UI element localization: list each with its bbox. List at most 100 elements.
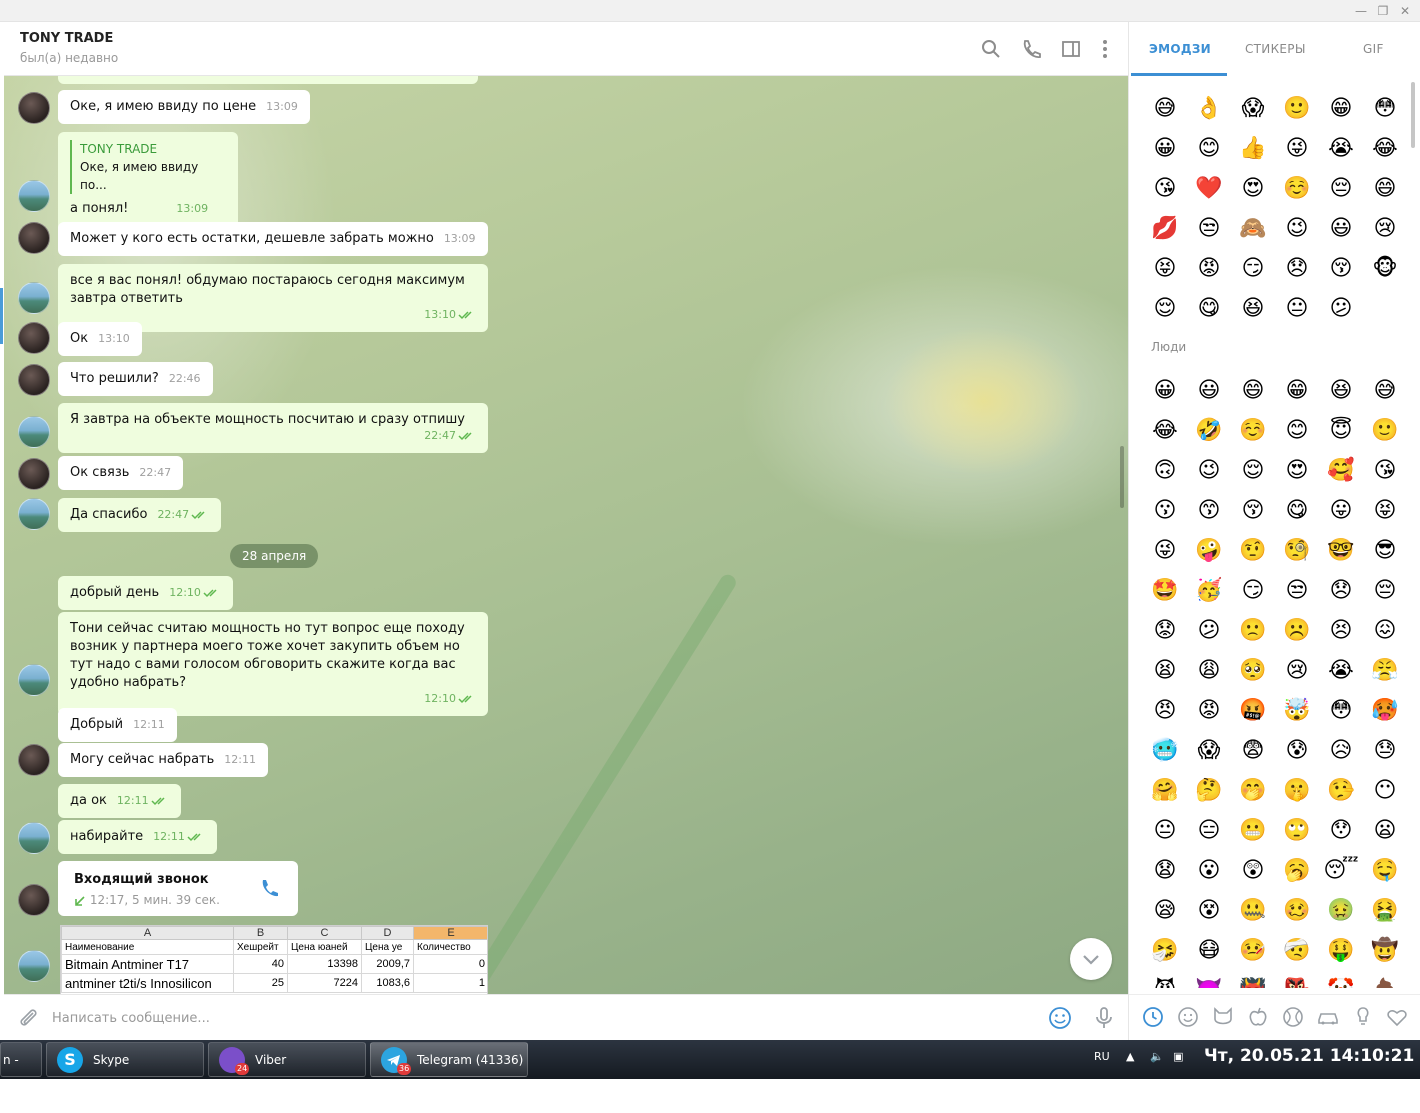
food-category-icon[interactable]: [1246, 1005, 1270, 1029]
emoji-list[interactable]: 😅 👌 😱 🙂 😁 😳 😀 😊 👍 😜 😭 😂 😘 ❤️ 😍 ☺️ 😔 😄 💋 😒 🙈 😉 😃 😢 😝 😡 😏 😞 😚 🐵 😌 😋 😆 😐 😕 Лю…: [1143, 88, 1411, 989]
emoji-item[interactable]: 😅: [1143, 88, 1187, 128]
emoji-item[interactable]: 🤫: [1275, 770, 1319, 810]
emoji-item[interactable]: 😭: [1319, 650, 1363, 690]
emoji-item[interactable]: 😍: [1275, 450, 1319, 490]
emoji-item[interactable]: 🤐: [1231, 890, 1275, 930]
emoji-item[interactable]: 😝: [1363, 490, 1407, 530]
emoji-item[interactable]: 😌: [1231, 450, 1275, 490]
emoji-item[interactable]: 🤩: [1143, 570, 1187, 610]
avatar-contact[interactable]: [18, 884, 50, 916]
smiley-category-icon[interactable]: [1176, 1005, 1200, 1029]
emoji-item[interactable]: 🙁: [1231, 610, 1275, 650]
emoji-item[interactable]: 😃: [1187, 370, 1231, 410]
emoji-item[interactable]: 🤡: [1319, 970, 1363, 989]
emoji-item[interactable]: 🤢: [1319, 890, 1363, 930]
sidebar-toggle-icon[interactable]: [1060, 38, 1082, 60]
emoji-item[interactable]: 😰: [1275, 730, 1319, 770]
emoji-item[interactable]: 😬: [1231, 810, 1275, 850]
close-window-button[interactable]: ✕: [1394, 2, 1416, 20]
emoji-item[interactable]: 🤑: [1319, 930, 1363, 970]
emoji-item[interactable]: 👿: [1187, 970, 1231, 989]
taskbar-item-browser[interactable]: n - к...: [0, 1042, 42, 1102]
chat-scrollbar[interactable]: [1120, 446, 1124, 508]
message-bubble[interactable]: Оке, я имею ввиду по цене 13:09: [58, 90, 310, 124]
avatar-contact[interactable]: [18, 222, 50, 254]
emoji-item[interactable]: 😈: [1143, 970, 1187, 989]
emoji-item[interactable]: ☹️: [1275, 610, 1319, 650]
emoji-item[interactable]: 😚: [1231, 490, 1275, 530]
tab-gif[interactable]: GIF: [1363, 42, 1384, 56]
symbols-category-icon[interactable]: [1385, 1005, 1409, 1029]
emoji-item[interactable]: 😇: [1319, 410, 1363, 450]
emoji-toggle-icon[interactable]: [1048, 1006, 1072, 1030]
objects-category-icon[interactable]: [1351, 1005, 1375, 1029]
message-history[interactable]: Оке, я имею ввиду по цене 13:09 TONY TRAD…: [4, 76, 1128, 994]
emoji-item[interactable]: 😱: [1187, 730, 1231, 770]
emoji-item[interactable]: 😴: [1319, 850, 1363, 890]
emoji-item[interactable]: 😊: [1187, 128, 1231, 168]
avatar-self[interactable]: [18, 180, 50, 212]
message-bubble[interactable]: Ок 13:10: [58, 322, 142, 356]
emoji-item[interactable]: 😜: [1275, 128, 1319, 168]
emoji-item[interactable]: 🤧: [1143, 930, 1187, 970]
emoji-item[interactable]: 😏: [1231, 248, 1275, 288]
chat-title[interactable]: TONY TRADE: [20, 31, 113, 46]
emoji-item[interactable]: 😕: [1187, 610, 1231, 650]
emoji-item[interactable]: 👺: [1275, 970, 1319, 989]
emoji-item[interactable]: 😓: [1363, 730, 1407, 770]
emoji-item[interactable]: 😌: [1143, 288, 1187, 328]
message-bubble[interactable]: набирайте 12:11: [58, 820, 217, 854]
message-bubble[interactable]: Я завтра на объекте мощность посчитаю и …: [58, 403, 488, 453]
message-bubble[interactable]: Да спасибо 22:47: [58, 498, 222, 532]
emoji-item[interactable]: 🥰: [1319, 450, 1363, 490]
emoji-item[interactable]: 😉: [1275, 208, 1319, 248]
tray-arrow-icon[interactable]: ▲: [1126, 1050, 1134, 1063]
emoji-item[interactable]: 🙂: [1275, 88, 1319, 128]
emoji-item[interactable]: 🤓: [1319, 530, 1363, 570]
emoji-item[interactable]: 🤮: [1363, 890, 1407, 930]
emoji-item[interactable]: 😶: [1363, 770, 1407, 810]
volume-icon[interactable]: 🔈: [1150, 1050, 1164, 1063]
emoji-item[interactable]: 🥱: [1275, 850, 1319, 890]
emoji-item[interactable]: 👍: [1231, 128, 1275, 168]
call-message[interactable]: Входящий звонок 12:17, 5 мин. 39 сек.: [58, 861, 298, 916]
message-bubble[interactable]: Могу сейчас набрать 12:11: [58, 743, 268, 777]
emoji-item[interactable]: 😐: [1143, 810, 1187, 850]
microphone-icon[interactable]: [1092, 1006, 1116, 1030]
emoji-item[interactable]: 😷: [1187, 930, 1231, 970]
attach-icon[interactable]: [16, 1006, 40, 1030]
emoji-item[interactable]: 😯: [1319, 810, 1363, 850]
emoji-item[interactable]: 😛: [1319, 490, 1363, 530]
emoji-item[interactable]: 🤤: [1363, 850, 1407, 890]
emoji-item[interactable]: 🤪: [1187, 530, 1231, 570]
tab-stickers[interactable]: СТИКЕРЫ: [1245, 42, 1306, 56]
emoji-item[interactable]: 😄: [1231, 370, 1275, 410]
message-bubble[interactable]: Тони сейчас считаю мощность но тут вопро…: [58, 612, 488, 716]
emoji-item[interactable]: 🙃: [1143, 450, 1187, 490]
emoji-item[interactable]: 🤔: [1187, 770, 1231, 810]
emoji-item[interactable]: 🤗: [1143, 770, 1187, 810]
avatar-self[interactable]: [18, 282, 50, 314]
emoji-item[interactable]: 😚: [1319, 248, 1363, 288]
message-bubble[interactable]: Ок связь 22:47: [58, 456, 184, 490]
emoji-item[interactable]: 🤬: [1231, 690, 1275, 730]
minimize-button[interactable]: —: [1350, 2, 1372, 20]
emoji-item[interactable]: 😫: [1143, 650, 1187, 690]
emoji-item[interactable]: 😳: [1363, 88, 1407, 128]
message-input[interactable]: [52, 1005, 1032, 1031]
emoji-item[interactable]: 😉: [1187, 450, 1231, 490]
emoji-item[interactable]: 😋: [1275, 490, 1319, 530]
avatar-contact[interactable]: [18, 744, 50, 776]
emoji-item[interactable]: 😝: [1143, 248, 1187, 288]
emoji-item[interactable]: 😞: [1275, 248, 1319, 288]
emoji-item[interactable]: 💋: [1143, 208, 1187, 248]
avatar-self[interactable]: [18, 950, 50, 982]
emoji-item[interactable]: 😋: [1187, 288, 1231, 328]
emoji-item[interactable]: 😦: [1363, 810, 1407, 850]
emoji-item[interactable]: 😊: [1275, 410, 1319, 450]
emoji-item[interactable]: 😂: [1363, 128, 1407, 168]
emoji-item[interactable]: 🙈: [1231, 208, 1275, 248]
emoji-item[interactable]: 🤯: [1275, 690, 1319, 730]
emoji-item[interactable]: 🥵: [1363, 690, 1407, 730]
avatar-contact[interactable]: [18, 322, 50, 354]
